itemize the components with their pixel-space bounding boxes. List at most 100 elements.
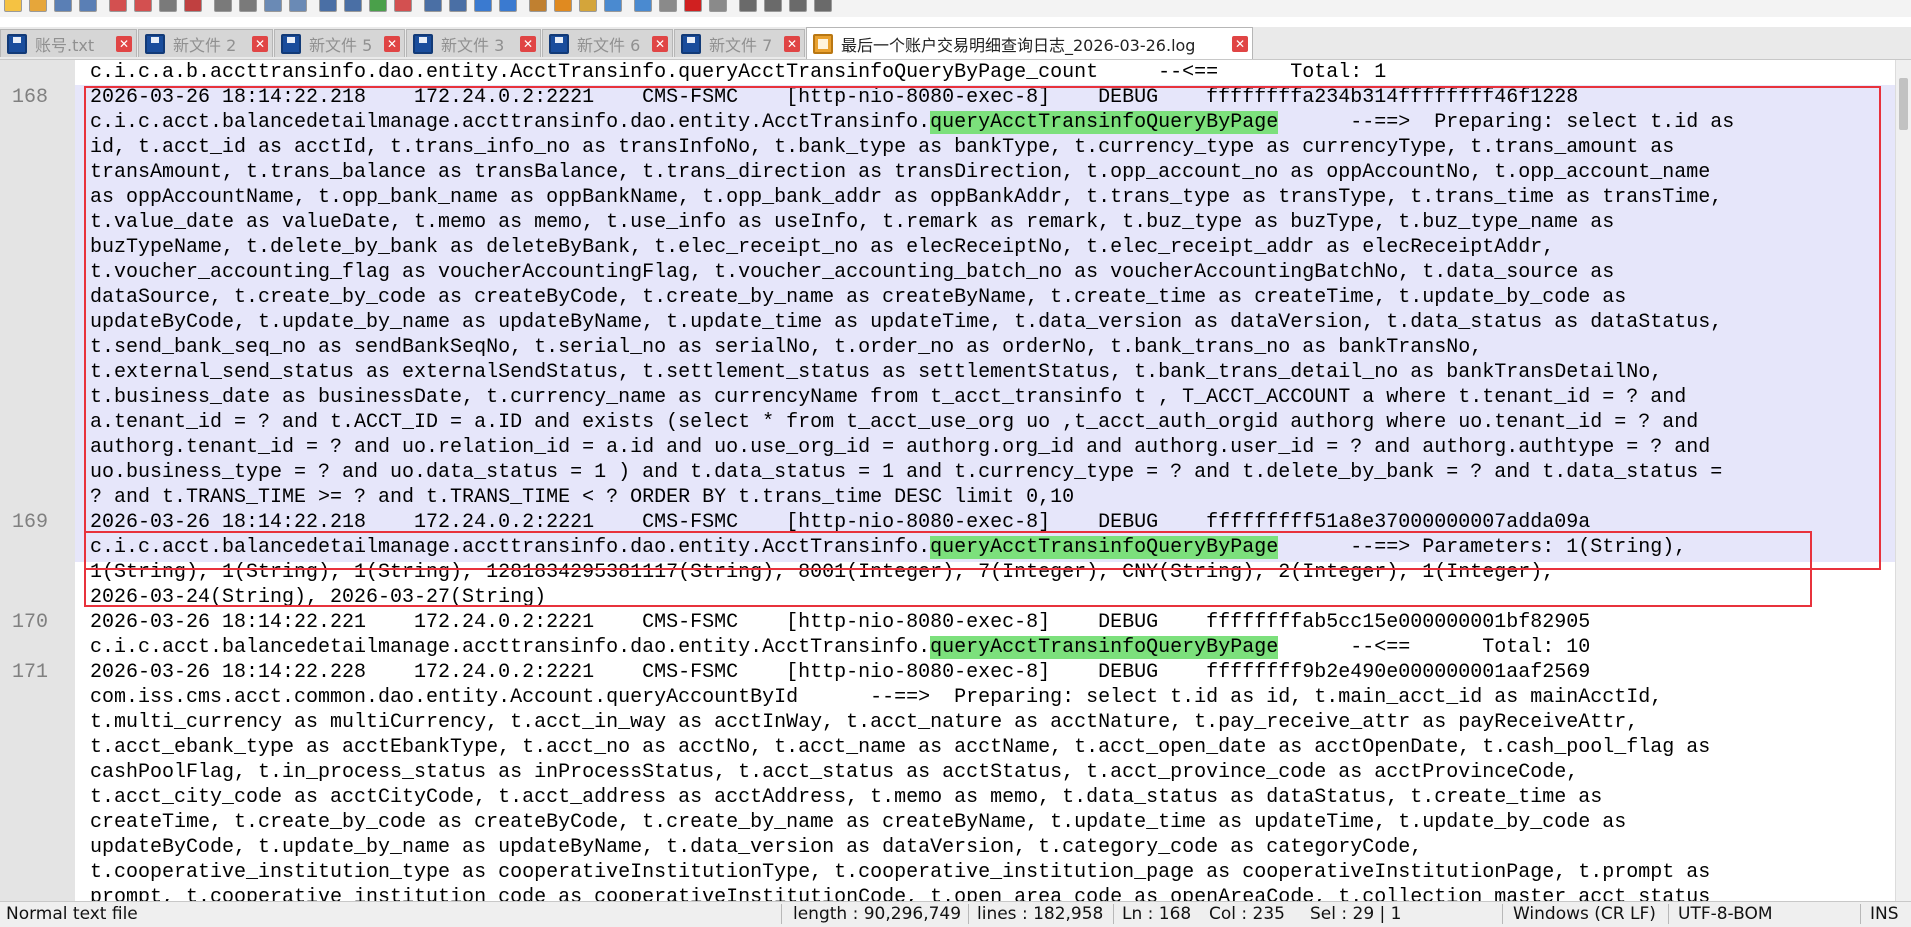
- code-line[interactable]: com.iss.cms.acct.common.dao.entity.Accou…: [90, 685, 1662, 710]
- code-line[interactable]: t.multi_currency as multiCurrency, t.acc…: [90, 710, 1638, 735]
- close-tab-icon[interactable]: ✕: [520, 36, 536, 52]
- document-map-icon[interactable]: [634, 0, 652, 12]
- close-tab-icon[interactable]: ✕: [652, 36, 668, 52]
- tab-1[interactable]: 账号.txt ✕: [0, 29, 137, 57]
- code-text: t.cooperative_institution_type as cooper…: [90, 861, 1711, 884]
- line-number-gutter: 168 169 170 171: [0, 60, 75, 901]
- tab-label: 账号.txt: [35, 35, 95, 55]
- tab-3[interactable]: 新文件 5 ✕: [274, 29, 405, 57]
- save-all-icon[interactable]: [79, 0, 97, 12]
- word-wrap-icon[interactable]: [474, 0, 492, 12]
- tab-4[interactable]: 新文件 3 ✕: [406, 29, 541, 57]
- record-macro-icon[interactable]: [684, 0, 702, 12]
- code-line[interactable]: cashPoolFlag, t.in_process_status as inP…: [90, 760, 1578, 785]
- close-all-icon[interactable]: [134, 0, 152, 12]
- code-text: prompt, t.cooperative_institution_code a…: [90, 886, 1711, 901]
- close-tab-icon[interactable]: ✕: [384, 36, 400, 52]
- code-text: t.multi_currency as multiCurrency, t.acc…: [90, 711, 1639, 734]
- status-insert-mode[interactable]: INS: [1870, 902, 1908, 927]
- folder-workspace-icon[interactable]: [579, 0, 597, 12]
- code-line[interactable]: c.i.c.acct.balancedetailmanage.accttrans…: [90, 635, 1590, 660]
- monitor-icon[interactable]: [659, 0, 677, 12]
- line-number: 171: [11, 661, 48, 684]
- status-divider: [781, 904, 782, 924]
- save-disk-icon: [281, 33, 301, 54]
- close-tab-icon[interactable]: ✕: [116, 36, 132, 52]
- tab-label: 新文件 3: [441, 35, 505, 55]
- status-eol[interactable]: Windows (CR LF): [1513, 902, 1673, 927]
- new-file-icon[interactable]: [4, 0, 22, 12]
- code-text: updateByCode, t.update_by_name as update…: [90, 836, 1423, 859]
- find-icon[interactable]: [319, 0, 337, 12]
- function-list-icon[interactable]: [604, 0, 622, 12]
- code-text: 2026-03-26 18:14:22.228 172.24.0.2:2221 …: [90, 661, 1591, 684]
- print-icon[interactable]: [159, 0, 177, 12]
- play-macro-icon[interactable]: [739, 0, 757, 12]
- vertical-scrollbar[interactable]: [1895, 60, 1911, 901]
- redo-icon[interactable]: [289, 0, 307, 12]
- code-line[interactable]: prompt, t.cooperative_institution_code a…: [90, 885, 1710, 901]
- code-line[interactable]: 2026-03-26 18:14:22.221 172.24.0.2:2221 …: [90, 610, 1590, 635]
- close-tab-icon[interactable]: ✕: [784, 36, 800, 52]
- close-icon[interactable]: [109, 0, 127, 12]
- language-icon[interactable]: [554, 0, 572, 12]
- code-text: t.acct_city_code as acctCityCode, t.acct…: [90, 786, 1603, 809]
- status-divider: [1502, 904, 1503, 924]
- close-tab-icon[interactable]: ✕: [1232, 36, 1248, 52]
- zoom-out-icon[interactable]: [394, 0, 412, 12]
- code-text: c.i.c.acct.balancedetailmanage.accttrans…: [90, 636, 931, 659]
- line-number: 170: [11, 611, 48, 634]
- sync-horizontal-icon[interactable]: [449, 0, 467, 12]
- save-disk-icon: [145, 33, 165, 54]
- cut-icon[interactable]: [184, 0, 202, 12]
- zoom-in-icon[interactable]: [369, 0, 387, 12]
- close-tab-icon[interactable]: ✕: [252, 36, 268, 52]
- status-divider: [1668, 904, 1669, 924]
- unsaved-file-icon: [813, 33, 833, 54]
- save-disk-icon: [549, 33, 569, 54]
- tab-label: 新文件 7: [709, 35, 773, 55]
- scrollbar-thumb[interactable]: [1899, 78, 1908, 130]
- copy-icon[interactable]: [214, 0, 232, 12]
- code-line[interactable]: c.i.c.a.b.accttransinfo.dao.entity.AcctT…: [90, 60, 1386, 85]
- show-all-chars-icon[interactable]: [499, 0, 517, 12]
- run-macro-icon[interactable]: [764, 0, 782, 12]
- tab-7[interactable]: 最后一个账户交易明细查询日志_2026-03-26.log ✕: [806, 27, 1253, 59]
- save-disk-icon: [681, 33, 701, 54]
- code-line[interactable]: t.cooperative_institution_type as cooper…: [90, 860, 1710, 885]
- code-line[interactable]: 2026-03-26 18:14:22.228 172.24.0.2:2221 …: [90, 660, 1590, 685]
- status-encoding[interactable]: UTF-8-BOM: [1678, 902, 1798, 927]
- editor-area[interactable]: 168 169 170 171 c.i.c.a.b.accttransinfo.dao…: [0, 60, 1911, 901]
- code-text: c.i.c.a.b.accttransinfo.dao.entity.AcctT…: [90, 61, 1387, 84]
- code-text: createTime, t.create_by_code as createBy…: [90, 811, 1627, 834]
- tab-label: 新文件 5: [309, 35, 373, 55]
- code-line[interactable]: createTime, t.create_by_code as createBy…: [90, 810, 1626, 835]
- indent-guide-icon[interactable]: [529, 0, 547, 12]
- sync-vertical-icon[interactable]: [424, 0, 442, 12]
- paste-icon[interactable]: [239, 0, 257, 12]
- status-length: length : 90,296,749: [793, 904, 962, 924]
- status-col: Col : 235: [1209, 904, 1285, 924]
- status-ln: Ln : 168: [1122, 904, 1192, 924]
- status-divider: [1860, 904, 1861, 924]
- undo-icon[interactable]: [264, 0, 282, 12]
- tab-label: 新文件 6: [577, 35, 641, 55]
- open-file-icon[interactable]: [29, 0, 47, 12]
- tab-6[interactable]: 新文件 7 ✕: [674, 29, 805, 57]
- annotation-box-parameters: [84, 531, 1812, 607]
- replace-icon[interactable]: [344, 0, 362, 12]
- macro-list-icon[interactable]: [814, 0, 832, 12]
- save-icon[interactable]: [54, 0, 72, 12]
- tab-5[interactable]: 新文件 6 ✕: [542, 29, 673, 57]
- status-lines: lines : 182,958: [977, 904, 1104, 924]
- tab-label: 新文件 2: [173, 35, 237, 55]
- tab-2[interactable]: 新文件 2 ✕: [138, 29, 273, 57]
- status-bar: Normal text file length : 90,296,749 lin…: [0, 901, 1911, 927]
- line-number: 168: [11, 86, 48, 109]
- annotation-box-preparing: [84, 86, 1881, 570]
- save-macro-icon[interactable]: [789, 0, 807, 12]
- code-line[interactable]: updateByCode, t.update_by_name as update…: [90, 835, 1422, 860]
- stop-macro-icon[interactable]: [709, 0, 727, 12]
- code-line[interactable]: t.acct_ebank_type as acctEbankType, t.ac…: [90, 735, 1710, 760]
- code-line[interactable]: t.acct_city_code as acctCityCode, t.acct…: [90, 785, 1602, 810]
